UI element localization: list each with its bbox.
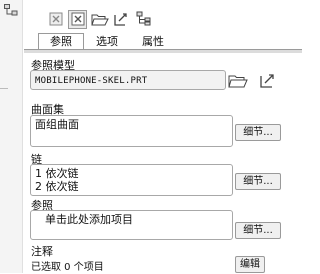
selection-status: 已选取 0 个项目 [31,262,104,273]
model-ref-icon [113,13,127,26]
notes-label: 注释 [31,245,53,258]
tab-bar: 参照 选项 属性 [38,33,176,50]
copy-ref-icon [71,12,84,26]
tab-properties[interactable]: 属性 [130,33,176,50]
model-reference-button[interactable] [112,10,131,29]
open-folder-icon[interactable] [228,71,248,89]
chain-details-button[interactable]: 细节... [235,173,281,190]
model-tree-icon [136,11,150,26]
open-folder-icon [90,14,109,26]
copy-disabled-button[interactable] [46,10,65,29]
references-list[interactable]: 单击此处添加项目 [30,210,233,240]
model-tree-icon[interactable] [4,4,18,16]
surface-set-list[interactable]: 面组曲面 [30,115,233,147]
surface-set-details-button[interactable]: 细节... [235,124,281,141]
open-button[interactable] [90,10,109,29]
references-details-button[interactable]: 细节... [235,222,281,239]
copy-disabled-icon [49,12,62,26]
left-tool-strip [0,0,23,273]
copy-reference-button[interactable] [68,9,87,29]
chain-item[interactable]: 1 依次链 [35,167,228,180]
tab-references[interactable]: 参照 [38,33,84,50]
structure-button[interactable] [134,10,153,29]
reference-model-field[interactable]: MOBILEPHONE-SKEL.PRT [30,70,226,90]
references-panel: 参照模型 MOBILEPHONE-SKEL.PRT 曲面集 面组曲面 细节...… [24,49,302,274]
tab-options[interactable]: 选项 [84,33,130,50]
dashboard-toolbar [46,6,153,32]
add-item-placeholder[interactable]: 单击此处添加项目 [45,213,228,226]
surface-set-item[interactable]: 面组曲面 [35,118,228,131]
chain-item[interactable]: 2 依次链 [35,180,228,193]
model-ref-icon[interactable] [258,71,278,89]
edit-button[interactable]: 编辑 [235,256,265,273]
chain-list[interactable]: 1 依次链 2 依次链 [30,164,233,196]
